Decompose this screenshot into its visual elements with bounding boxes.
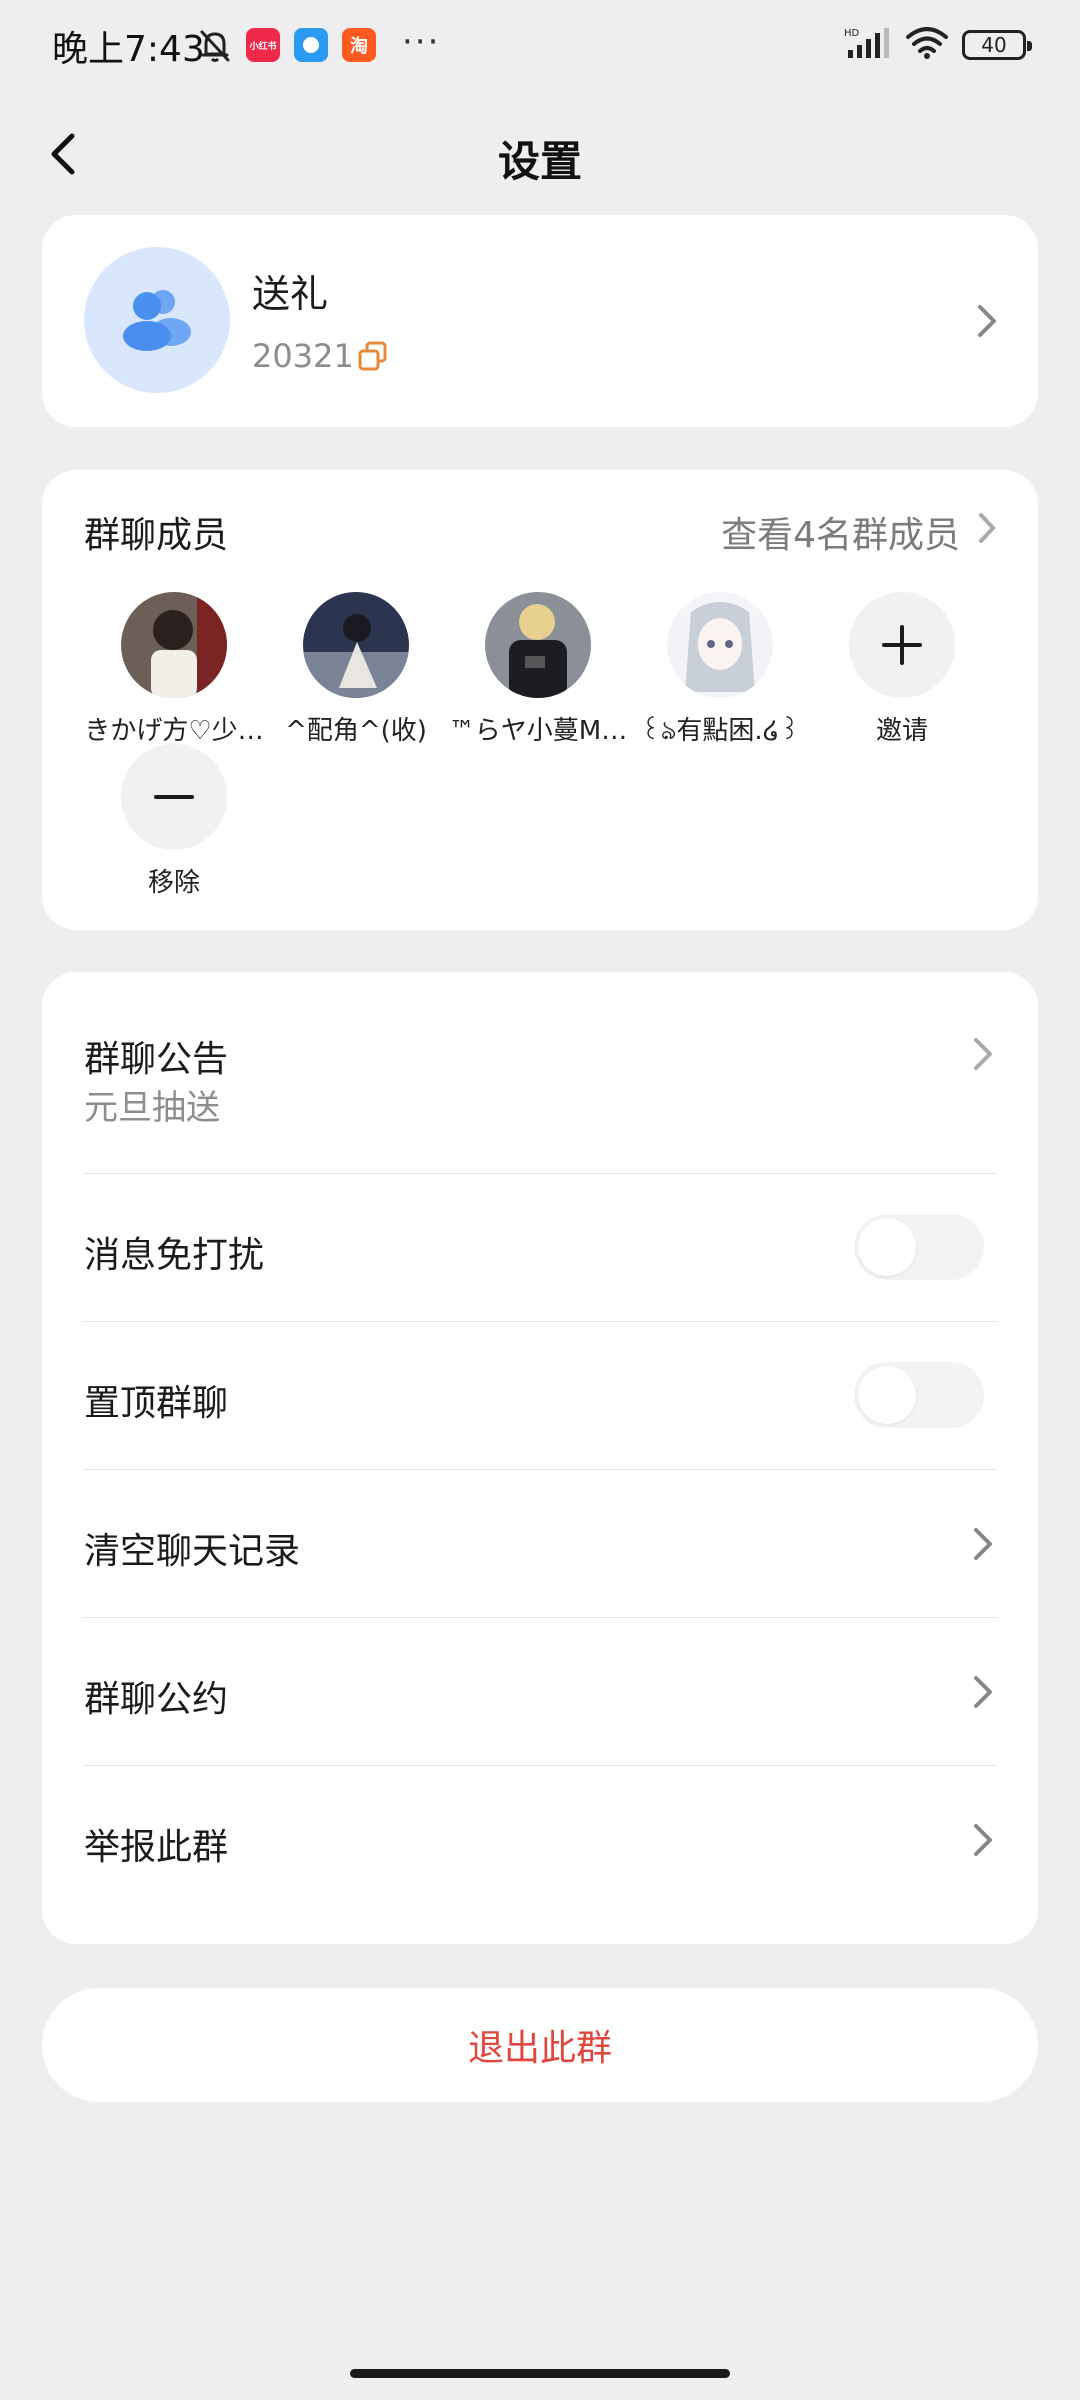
member-name: ꒰ঌ有點困.໒꒱ [640, 716, 800, 746]
member-name: ^配角^(收) [285, 716, 427, 746]
member-item[interactable]: ^配角^(收) [266, 592, 446, 747]
remove-member-button[interactable]: 移除 [84, 744, 264, 899]
member-avatar [667, 592, 773, 698]
status-bar: 晚上7:43 小红书 淘 ··· HD 40 [0, 0, 1080, 96]
remove-label: 移除 [147, 868, 200, 898]
member-avatar [121, 592, 227, 698]
page-header: 设置 [0, 110, 1080, 200]
report-row[interactable]: 举报此群 [84, 1766, 996, 1914]
minus-icon [154, 795, 194, 799]
copy-icon[interactable] [356, 339, 390, 377]
wifi-icon [906, 27, 948, 63]
pin-label: 置顶群聊 [84, 1383, 229, 1424]
xiaohongshu-app-icon: 小红书 [246, 28, 280, 62]
group-id: 20321 [252, 337, 354, 375]
member-name: ™らヤ小蔓M… [448, 716, 628, 746]
more-notifications-icon: ··· [402, 22, 441, 62]
toggle-knob [858, 1366, 916, 1424]
battery-indicator: 40 [962, 30, 1032, 60]
group-avatar [84, 247, 230, 393]
group-rules-row[interactable]: 群聊公约 [84, 1618, 996, 1766]
home-indicator[interactable] [350, 2369, 730, 2378]
page-title: 设置 [497, 137, 582, 186]
members-card: 群聊成员 查看4名群成员 きかげ方♡少… ^配角^(收) ™らヤ小蔓M… ꒰ঌ有… [42, 470, 1038, 930]
settings-card: 群聊公告 元旦抽送 消息免打扰 置顶群聊 清空聊天记录 群聊公约 举报此群 [42, 972, 1038, 1944]
message-app-icon [294, 28, 328, 62]
chevron-right-icon [974, 1824, 992, 1856]
mute-row: 消息免打扰 [84, 1174, 996, 1322]
members-title: 群聊成员 [84, 515, 229, 556]
report-label: 举报此群 [84, 1827, 229, 1868]
clear-history-label: 清空聊天记录 [84, 1531, 301, 1572]
pin-toggle[interactable] [854, 1362, 984, 1428]
chevron-right-icon [974, 1676, 992, 1708]
member-item[interactable]: ™らヤ小蔓M… [448, 592, 628, 747]
member-avatar [303, 592, 409, 698]
toggle-knob [858, 1218, 916, 1276]
chevron-right-icon [974, 1528, 992, 1560]
group-rules-label: 群聊公约 [84, 1679, 229, 1720]
chevron-right-icon [979, 513, 995, 543]
mute-toggle[interactable] [854, 1214, 984, 1280]
announcement-label: 群聊公告 [84, 1039, 229, 1080]
status-time: 晚上7:43 [52, 29, 205, 70]
plus-icon [882, 625, 922, 665]
clear-history-row[interactable]: 清空聊天记录 [84, 1470, 996, 1618]
remove-button-circle [121, 744, 227, 850]
member-avatar [485, 592, 591, 698]
bell-muted-icon [198, 28, 232, 68]
taobao-app-icon: 淘 [342, 28, 376, 62]
view-all-members-link[interactable]: 查看4名群成员 [721, 506, 960, 558]
member-name: きかげ方♡少… [84, 716, 264, 746]
group-name: 送礼 [252, 272, 329, 316]
member-item[interactable]: きかげ方♡少… [84, 592, 264, 747]
exit-group-button[interactable]: 退出此群 [42, 1988, 1038, 2102]
chevron-right-icon [978, 305, 996, 337]
invite-button-circle [849, 592, 955, 698]
svg-text:HD: HD [844, 28, 860, 39]
announcement-row[interactable]: 群聊公告 元旦抽送 [84, 972, 996, 1174]
status-right: HD 40 [844, 26, 1032, 64]
signal-icon: HD [844, 26, 892, 64]
chevron-right-icon [974, 1038, 992, 1070]
member-item[interactable]: ꒰ঌ有點困.໒꒱ [630, 592, 810, 754]
group-info-card[interactable]: 送礼 20321 [42, 215, 1038, 427]
invite-member-button[interactable]: 邀请 [812, 592, 992, 747]
announcement-value: 元旦抽送 [84, 1088, 220, 1128]
group-icon [123, 290, 191, 351]
pin-row: 置顶群聊 [84, 1322, 996, 1470]
invite-label: 邀请 [875, 716, 928, 746]
mute-label: 消息免打扰 [84, 1235, 265, 1276]
